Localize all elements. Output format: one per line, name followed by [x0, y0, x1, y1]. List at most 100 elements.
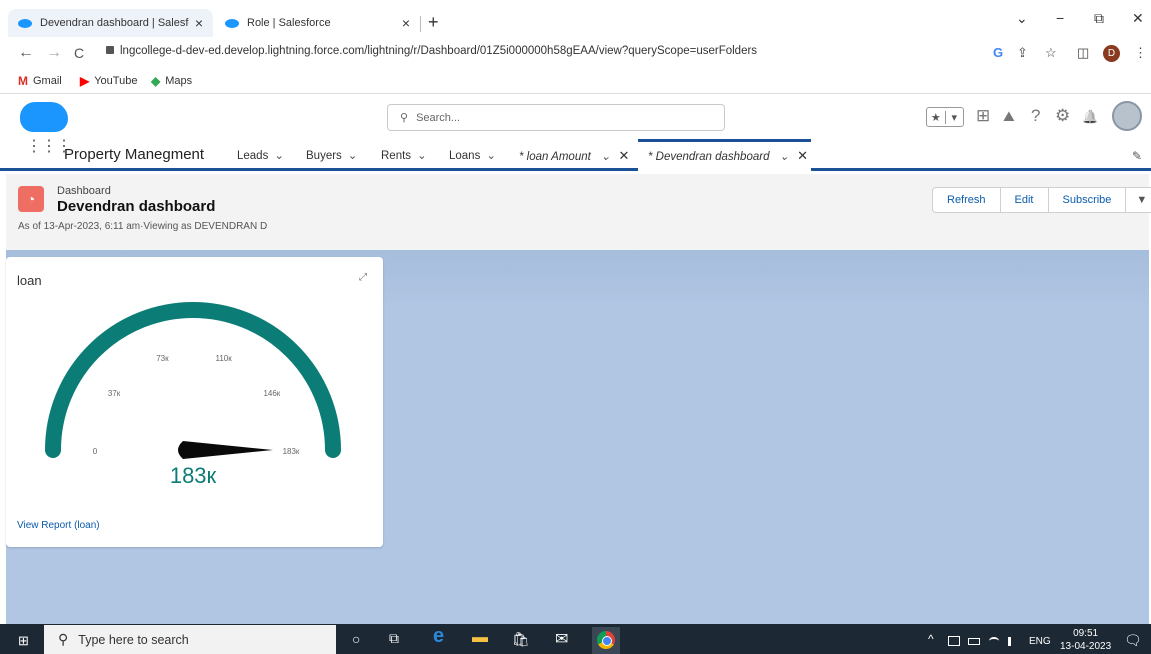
close-tab-icon[interactable]: ✕	[797, 148, 808, 163]
chevron-down-icon[interactable]: ⌄	[486, 150, 496, 162]
side-panel-icon[interactable]: ◫	[1077, 45, 1089, 61]
nav-item-buyers[interactable]: Buyers ⌄	[306, 148, 357, 162]
more-actions-icon[interactable]: ▼	[1126, 188, 1151, 212]
user-avatar[interactable]	[1112, 101, 1142, 131]
notifications-bell-icon[interactable]: 🔔	[1082, 109, 1098, 125]
trailhead-icon[interactable]: ⛰	[1003, 108, 1015, 125]
bookmark-gmail[interactable]: M Gmail	[18, 74, 62, 88]
salesforce-favicon-icon	[18, 18, 32, 28]
chrome-logo	[597, 631, 615, 649]
new-tab-button[interactable]: +	[428, 12, 439, 33]
bookmark-label: YouTube	[94, 75, 138, 87]
expand-icon[interactable]: ⤢	[359, 272, 367, 283]
tab-search-dropdown-icon[interactable]: ⌄	[1016, 10, 1028, 27]
task-view-icon[interactable]: ⧉	[389, 630, 399, 647]
system-clock[interactable]: 09:51 13-04-2023	[1060, 627, 1111, 653]
bookmark-maps[interactable]: ◆ Maps	[151, 74, 192, 88]
maps-icon: ◆	[151, 74, 161, 88]
nav-item-label: Leads	[237, 150, 269, 162]
chevron-down-icon[interactable]: ⌄	[417, 150, 427, 162]
taskbar-search-input[interactable]: ⚲ Type here to search	[44, 625, 336, 654]
profile-avatar[interactable]: D	[1103, 45, 1120, 62]
close-tab-icon[interactable]: ✕	[618, 148, 629, 163]
notification-center-icon[interactable]: 🗨	[1124, 632, 1142, 649]
gauge-tick-label: 146к	[263, 389, 280, 398]
meet-now-icon[interactable]	[948, 636, 960, 646]
url-text: lngcollege-d-dev-ed.develop.lightning.fo…	[120, 45, 758, 57]
chevron-down-icon[interactable]: ⌄	[348, 150, 358, 162]
bookmark-star-icon[interactable]: ☆	[1045, 45, 1057, 61]
tab-title: Devendran dashboard | Salesforc	[40, 17, 189, 29]
subscribe-button[interactable]: Subscribe	[1049, 188, 1127, 212]
forward-icon[interactable]: →	[46, 44, 62, 62]
chevron-down-icon[interactable]: ⌄	[274, 150, 284, 162]
nav-item-loans[interactable]: Loans ⌄	[449, 148, 496, 162]
google-icon[interactable]: G	[993, 45, 1003, 60]
chrome-icon[interactable]	[592, 627, 620, 654]
star-icon: ★	[930, 111, 941, 124]
nav-item-leads[interactable]: Leads ⌄	[237, 148, 284, 162]
search-icon: ⚲	[400, 112, 409, 124]
store-icon[interactable]: 🛍	[512, 631, 530, 648]
browser-tab-role[interactable]: Role | Salesforce ×	[215, 9, 420, 37]
windows-start-icon[interactable]: ⊞	[18, 633, 29, 649]
bookmark-youtube[interactable]: ▶ YouTube	[80, 74, 137, 88]
bookmark-label: Gmail	[33, 75, 62, 87]
tab-title: Role | Salesforce	[247, 17, 331, 29]
gauge-tick-label: 73к	[156, 354, 169, 363]
nav-item-label: Rents	[381, 150, 412, 162]
gauge-arc	[45, 302, 341, 458]
tab-separator	[420, 16, 421, 32]
bookmark-label: Maps	[165, 75, 193, 87]
gauge-chart[interactable]: 0 37к 73к 110к 146к 183к 183к	[30, 290, 360, 490]
salesforce-logo-icon[interactable]	[20, 102, 68, 132]
search-placeholder: Search...	[416, 111, 461, 124]
mail-icon[interactable]: ✉	[555, 629, 568, 649]
reload-icon[interactable]: C	[74, 45, 84, 61]
browser-menu-icon[interactable]: ⋮	[1134, 45, 1147, 61]
help-icon[interactable]: ?	[1031, 106, 1040, 126]
youtube-icon: ▶	[80, 74, 90, 88]
lock-icon	[106, 46, 114, 54]
file-explorer-icon[interactable]: ▬	[472, 629, 488, 647]
favorites-button[interactable]: ★ ▾	[926, 107, 964, 127]
nav-item-label: Buyers	[306, 150, 342, 162]
url-field[interactable]: lngcollege-d-dev-ed.develop.lightning.fo…	[106, 45, 757, 57]
refresh-button[interactable]: Refresh	[933, 188, 1001, 212]
browser-tab-active[interactable]: Devendran dashboard | Salesforc ×	[8, 9, 213, 37]
gmail-icon: M	[18, 74, 28, 88]
close-window-button[interactable]: ✕	[1132, 10, 1144, 27]
search-icon: ⚲	[58, 631, 69, 647]
back-icon[interactable]: ←	[18, 44, 34, 62]
global-search-input[interactable]: ⚲ Search...	[387, 104, 725, 131]
taskbar-search-placeholder: Type here to search	[78, 632, 189, 647]
volume-icon[interactable]	[1008, 637, 1018, 646]
edit-nav-pencil-icon[interactable]: ✎	[1132, 149, 1142, 163]
gauge-tick-label: 0	[93, 447, 98, 456]
edge-icon[interactable]: e	[433, 625, 444, 648]
tab-loan-amount[interactable]: * loan Amount ⌄ ✕	[519, 148, 629, 164]
chevron-down-icon[interactable]: ⌄	[601, 151, 611, 163]
chevron-down-icon[interactable]: ⌄	[779, 151, 789, 163]
share-icon[interactable]: ⇪	[1017, 45, 1028, 61]
setup-gear-icon[interactable]: ⚙	[1055, 106, 1070, 126]
wifi-icon[interactable]	[989, 637, 999, 645]
record-type-label: Dashboard	[57, 185, 111, 197]
battery-icon[interactable]	[968, 638, 980, 645]
tab-close-icon[interactable]: ×	[402, 15, 410, 31]
restore-button[interactable]: ⧉	[1094, 10, 1104, 27]
nav-item-rents[interactable]: Rents ⌄	[381, 148, 427, 162]
gauge-tick-label: 183к	[283, 447, 300, 456]
global-actions-add-icon[interactable]: ⊞	[976, 106, 990, 126]
nav-item-label: Loans	[449, 150, 481, 162]
gauge-tick-label: 37к	[108, 389, 121, 398]
minimize-button[interactable]: −	[1056, 10, 1064, 26]
tab-devendran-dashboard[interactable]: * Devendran dashboard ⌄ ✕	[648, 148, 808, 164]
tab-close-icon[interactable]: ×	[195, 15, 203, 31]
view-report-link[interactable]: View Report (loan)	[17, 520, 100, 531]
language-indicator[interactable]: ENG	[1029, 636, 1051, 647]
cortana-icon[interactable]: ○	[352, 631, 360, 647]
tray-overflow-icon[interactable]: ^	[928, 632, 934, 646]
dashboard-actions: Refresh Edit Subscribe ▼	[932, 187, 1151, 213]
edit-button[interactable]: Edit	[1001, 188, 1049, 212]
